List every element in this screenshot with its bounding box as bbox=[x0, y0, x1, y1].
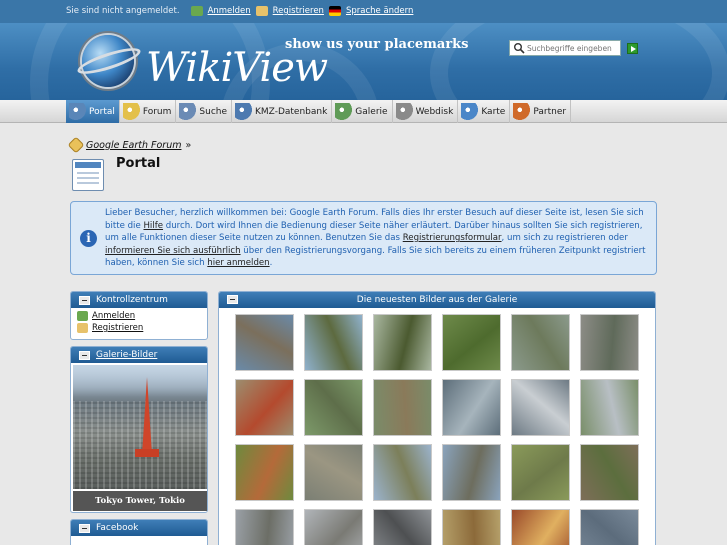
control-center-header[interactable]: Kontrollzentrum bbox=[71, 292, 207, 308]
gallery-thumbnail[interactable] bbox=[373, 379, 432, 436]
nav-partner[interactable]: Partner bbox=[510, 100, 572, 123]
nav-label: Forum bbox=[142, 106, 172, 117]
nav-label: Portal bbox=[89, 106, 115, 117]
breadcrumb: Google Earth Forum » bbox=[67, 136, 192, 154]
gallery-thumbnail[interactable] bbox=[511, 314, 570, 371]
gallery-icon bbox=[335, 103, 353, 120]
gallery-thumbnail[interactable] bbox=[580, 379, 639, 436]
registration-info-link[interactable]: informieren Sie sich ausführlich bbox=[105, 246, 241, 256]
tokyo-tower-image[interactable] bbox=[73, 365, 207, 489]
gallery-thumbnail[interactable] bbox=[442, 314, 501, 371]
gallery-thumbnail[interactable] bbox=[511, 379, 570, 436]
collapse-icon[interactable] bbox=[79, 350, 90, 360]
change-language-link[interactable]: Sprache ändern bbox=[346, 6, 413, 16]
page-title: Portal bbox=[116, 156, 161, 171]
info-icon: i bbox=[80, 230, 97, 247]
top-login-link[interactable]: Anmelden bbox=[208, 6, 251, 16]
gallery-thumbnail[interactable] bbox=[580, 314, 639, 371]
gallery-thumbnail[interactable] bbox=[442, 444, 501, 501]
search-input[interactable] bbox=[527, 43, 617, 53]
facebook-header[interactable]: Facebook bbox=[71, 520, 207, 536]
login-here-link[interactable]: hier anmelden bbox=[207, 258, 269, 268]
gallery-thumbnail[interactable] bbox=[235, 509, 294, 545]
gallery-thumbnail-grid bbox=[235, 314, 647, 545]
database-icon bbox=[235, 103, 253, 120]
gallery-thumbnail[interactable] bbox=[304, 314, 363, 371]
gallery-thumbnail[interactable] bbox=[304, 444, 363, 501]
gallery-thumbnail[interactable] bbox=[511, 509, 570, 545]
login-status-text: Sie sind nicht angemeldet. bbox=[66, 6, 180, 16]
webdisk-icon bbox=[395, 103, 413, 120]
nav-webdisk[interactable]: Webdisk bbox=[393, 100, 459, 123]
site-tagline: show us your placemarks bbox=[285, 37, 469, 52]
sidebar-login-link[interactable]: Anmelden bbox=[92, 311, 135, 321]
nav-label: Partner bbox=[533, 106, 567, 117]
gallery-thumbnail[interactable] bbox=[442, 509, 501, 545]
nav-galerie[interactable]: Galerie bbox=[332, 100, 393, 123]
gallery-thumbnail[interactable] bbox=[373, 314, 432, 371]
collapse-icon[interactable] bbox=[79, 523, 90, 533]
control-center-panel: Kontrollzentrum Anmelden Registrieren bbox=[70, 291, 208, 340]
gallery-thumbnail[interactable] bbox=[442, 379, 501, 436]
gallery-thumbnail[interactable] bbox=[373, 444, 432, 501]
latest-gallery-panel: Die neuesten Bilder aus der Galerie bbox=[218, 291, 656, 545]
site-banner: WikiView show us your placemarks bbox=[0, 23, 727, 100]
nav-karte[interactable]: Karte bbox=[458, 100, 511, 123]
nav-label: Suche bbox=[199, 106, 228, 117]
welcome-info-box: i Lieber Besucher, herzlich willkommen b… bbox=[70, 201, 657, 275]
nav-kmz-datenbank[interactable]: KMZ-Datenbank bbox=[232, 100, 333, 123]
search-icon bbox=[179, 103, 197, 120]
login-icon bbox=[190, 6, 203, 16]
facebook-panel: Facebook bbox=[70, 519, 208, 545]
breadcrumb-separator: » bbox=[185, 139, 192, 151]
gallery-thumbnail[interactable] bbox=[511, 444, 570, 501]
collapse-icon[interactable] bbox=[79, 295, 90, 305]
top-register-link[interactable]: Registrieren bbox=[273, 6, 324, 16]
sidebar-register-link[interactable]: Registrieren bbox=[92, 323, 143, 333]
main-navigation: Portal Forum Suche KMZ-Datenbank Galerie Webd… bbox=[0, 100, 727, 123]
partner-icon bbox=[513, 103, 531, 120]
gallery-thumbnail[interactable] bbox=[580, 509, 639, 545]
gallery-thumbnail[interactable] bbox=[304, 379, 363, 436]
gallery-thumbnail[interactable] bbox=[235, 444, 294, 501]
welcome-text: Lieber Besucher, herzlich willkommen bei… bbox=[105, 208, 646, 268]
search-box[interactable] bbox=[509, 40, 621, 56]
nav-portal[interactable]: Portal bbox=[66, 100, 120, 123]
gallery-images-link[interactable]: Galerie-Bilder bbox=[96, 350, 157, 360]
image-caption[interactable]: Tokyo Tower, Tokio bbox=[73, 491, 207, 511]
control-center-title: Kontrollzentrum bbox=[96, 295, 168, 305]
gallery-images-header[interactable]: Galerie-Bilder bbox=[71, 347, 207, 363]
breadcrumb-forum-link[interactable]: Google Earth Forum bbox=[86, 140, 181, 151]
top-status-bar: Sie sind nicht angemeldet. Anmelden Regi… bbox=[0, 0, 727, 23]
register-icon bbox=[255, 6, 268, 16]
latest-gallery-title: Die neuesten Bilder aus der Galerie bbox=[356, 295, 518, 305]
registration-form-link[interactable]: Registrierungsformular bbox=[403, 233, 502, 243]
forum-icon bbox=[122, 103, 140, 120]
nav-label: Karte bbox=[481, 106, 506, 117]
gallery-thumbnail[interactable] bbox=[235, 314, 294, 371]
gallery-thumbnail[interactable] bbox=[580, 444, 639, 501]
nav-label: KMZ-Datenbank bbox=[255, 106, 328, 117]
portal-page-icon bbox=[72, 159, 104, 191]
map-icon bbox=[461, 103, 479, 120]
nav-forum[interactable]: Forum bbox=[120, 100, 177, 123]
help-link[interactable]: Hilfe bbox=[143, 221, 163, 231]
portal-icon bbox=[69, 103, 86, 120]
search-submit-button[interactable] bbox=[627, 43, 638, 54]
gallery-thumbnail[interactable] bbox=[304, 509, 363, 545]
forum-home-icon bbox=[67, 136, 85, 154]
collapse-icon[interactable] bbox=[227, 295, 238, 304]
gallery-thumbnail[interactable] bbox=[235, 379, 294, 436]
gallery-images-panel: Galerie-Bilder Tokyo Tower, Tokio bbox=[70, 346, 208, 513]
nav-suche[interactable]: Suche bbox=[176, 100, 233, 123]
german-flag-icon bbox=[328, 6, 341, 16]
magnifier-icon bbox=[514, 43, 525, 54]
register-icon bbox=[77, 323, 88, 333]
facebook-title: Facebook bbox=[96, 523, 139, 533]
nav-label: Webdisk bbox=[415, 106, 454, 117]
gallery-thumbnail[interactable] bbox=[373, 509, 432, 545]
nav-label: Galerie bbox=[355, 106, 388, 117]
login-icon bbox=[77, 311, 88, 321]
latest-gallery-header[interactable]: Die neuesten Bilder aus der Galerie bbox=[219, 292, 655, 308]
